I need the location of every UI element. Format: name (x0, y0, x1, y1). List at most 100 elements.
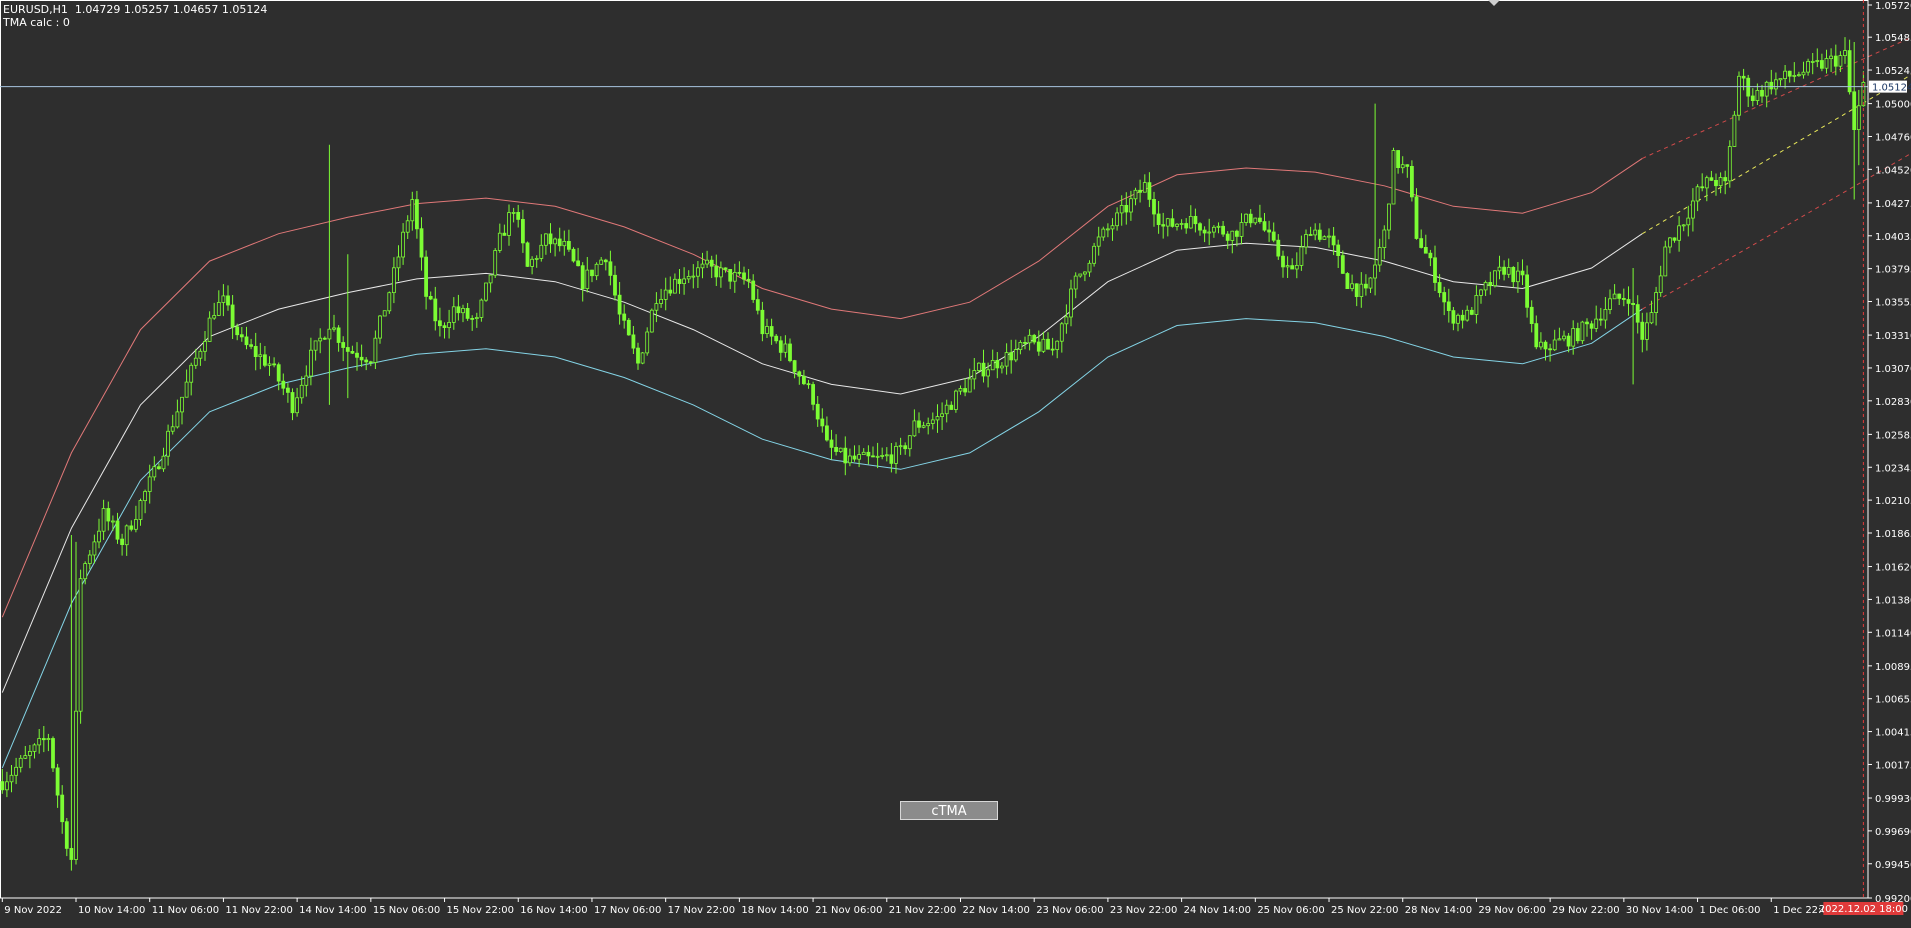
candle-body (1078, 273, 1083, 277)
candle-body (249, 344, 254, 347)
price-tick-label: 0.99690 (1875, 827, 1911, 838)
candle-body (871, 455, 875, 458)
time-tick-label: 25 Nov 22:00 (1331, 905, 1398, 916)
candle-body (101, 508, 106, 532)
candle-body (41, 738, 46, 741)
candle-body (1797, 74, 1801, 77)
time-axis[interactable]: 9 Nov 2022 10 Nov 14:00 11 Nov 06:00 11 Nov… (0, 897, 1908, 916)
candle-body (995, 359, 1000, 369)
price-tick-label: 1.05000 (1875, 100, 1911, 111)
candle-body (986, 369, 990, 377)
candle-body (1612, 293, 1617, 300)
candle-body (1027, 334, 1032, 344)
time-tick-label: 30 Nov 14:00 (1626, 905, 1693, 916)
candle-body (972, 370, 977, 380)
candle-body (1138, 189, 1142, 193)
candle-body (152, 466, 157, 478)
candle-body (1382, 229, 1387, 249)
candle-body (590, 269, 594, 277)
candle-body (1649, 312, 1654, 324)
candle-body (1000, 365, 1004, 369)
price-tick-label: 1.03555 (1875, 298, 1911, 309)
candle-body (686, 275, 691, 280)
candle-body (290, 392, 295, 414)
candle-body (1548, 348, 1552, 351)
price-tick-label: 1.03310 (1875, 331, 1911, 342)
candle-body (212, 315, 217, 319)
plot-frame (0, 0, 1869, 899)
candle-body (244, 336, 249, 346)
candle-body (1156, 213, 1161, 226)
candle-body (484, 282, 488, 301)
candle-body (299, 384, 304, 399)
price-chart[interactable]: 1.05720 1.05485 1.05245 1.05000 1.04760 1.045… (0, 0, 1911, 924)
candle-body (1188, 215, 1193, 229)
candle-body (184, 381, 189, 398)
candle-body (1087, 262, 1092, 273)
candle-body (1437, 282, 1442, 294)
candle-body (419, 228, 424, 258)
candle-body (1377, 247, 1382, 266)
candle-body (649, 309, 654, 333)
candle-body (1193, 215, 1198, 225)
candle-body (488, 274, 493, 284)
candle-body (37, 738, 42, 746)
candle-body (1124, 204, 1129, 213)
candle-body (364, 359, 369, 363)
candle-body (193, 357, 198, 366)
candle-body (1290, 265, 1295, 270)
time-tick-label: 23 Nov 22:00 (1110, 905, 1177, 916)
candle-body (1543, 341, 1548, 350)
price-tick-label: 1.03795 (1875, 265, 1911, 276)
candle-body (1110, 225, 1115, 230)
candle-body (1267, 229, 1271, 233)
candle-body (1557, 338, 1562, 341)
candle-body (530, 258, 534, 267)
candle-body (682, 278, 686, 284)
candle-body (355, 352, 359, 358)
candle-body (990, 359, 995, 371)
candle-body (1658, 275, 1663, 293)
candle-body (917, 420, 921, 428)
candle-body (792, 360, 797, 373)
candle-body (161, 455, 166, 470)
candle-body (308, 349, 313, 377)
price-tick-label: 1.05245 (1875, 66, 1911, 77)
plot-area[interactable] (0, 0, 1869, 899)
candle-body (1617, 293, 1622, 299)
candle-body (1608, 298, 1612, 310)
candle-body (585, 269, 590, 290)
candle-body (295, 397, 300, 414)
price-tick-label: 1.04035 (1875, 232, 1911, 243)
candle-body (1566, 335, 1571, 347)
candle-body (838, 447, 843, 453)
candle-body (170, 426, 175, 432)
candle-body (1709, 177, 1714, 181)
candle-body (705, 259, 709, 265)
price-axis[interactable]: 1.05720 1.05485 1.05245 1.05000 1.04760 1.045… (1867, 0, 1911, 905)
candle-body (783, 343, 788, 353)
candle-body (1621, 297, 1626, 300)
tma-mid-band (1, 233, 1643, 693)
candle-body (820, 418, 825, 427)
candle-body (1820, 60, 1824, 69)
chart-window[interactable]: 1.05720 1.05485 1.05245 1.05000 1.04760 1.045… (0, 0, 1911, 924)
candle-body (636, 347, 640, 364)
candle-body (1474, 294, 1479, 315)
candle-body (55, 767, 60, 796)
candle-body (1640, 321, 1645, 340)
candle-body (27, 751, 32, 756)
candle-body (1552, 339, 1557, 351)
time-tick-label: 15 Nov 22:00 (447, 905, 514, 916)
candle-body (64, 821, 69, 849)
candle-body (534, 257, 539, 260)
candle-body (1281, 255, 1285, 268)
candle-body (424, 256, 429, 297)
candle-body (1165, 218, 1170, 227)
candle-body (1603, 308, 1608, 321)
candle-body (1843, 50, 1847, 56)
ctma-button[interactable]: cTMA (900, 801, 998, 820)
candle-body (1856, 105, 1861, 131)
candle-body (1414, 196, 1419, 239)
candle-body (1391, 150, 1396, 205)
